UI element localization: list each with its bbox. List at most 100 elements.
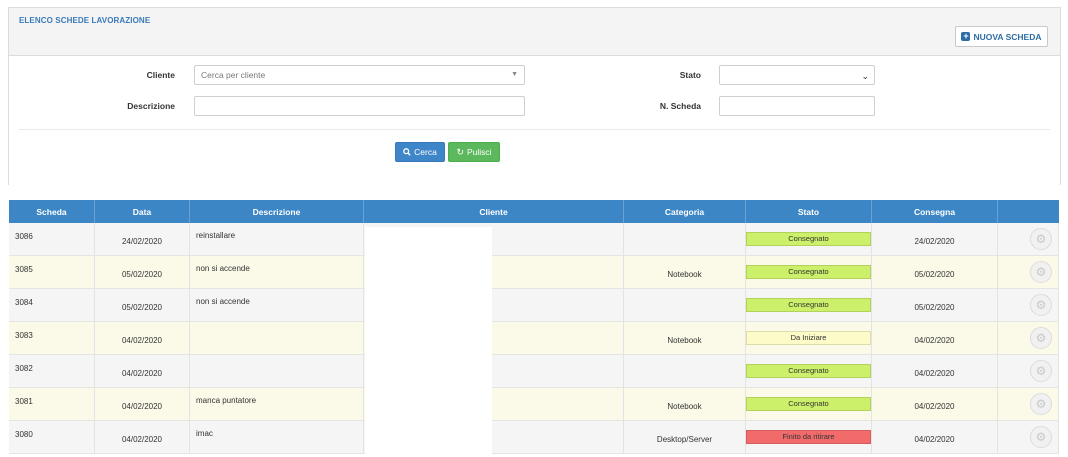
- cell-consegna: 05/02/2020: [872, 256, 998, 288]
- status-badge: Consegnato: [746, 298, 871, 312]
- status-badge: Consegnato: [746, 265, 871, 279]
- stato-select[interactable]: ⌄: [719, 65, 875, 85]
- cell-data: 04/02/2020: [95, 388, 190, 420]
- gear-icon[interactable]: ⚙: [1030, 393, 1052, 415]
- table-row[interactable]: 3085 05/02/2020 non si accende Notebook Cons…: [9, 256, 1059, 289]
- gear-icon[interactable]: ⚙: [1030, 426, 1052, 448]
- table-row[interactable]: 3080 04/02/2020 imac Desktop/Server Finito d…: [9, 421, 1059, 454]
- cell-actions: ⚙: [998, 322, 1059, 354]
- filter-form: Cliente Cerca per cliente ▼ Stato ⌄ Desc…: [9, 55, 1060, 185]
- cell-consegna: 24/02/2020: [872, 223, 998, 255]
- cell-scheda: 3081: [9, 388, 95, 420]
- stato-label: Stato: [679, 70, 701, 80]
- redacted-client-area: [365, 227, 492, 457]
- gear-icon[interactable]: ⚙: [1030, 261, 1052, 283]
- descrizione-input[interactable]: [194, 96, 525, 116]
- descrizione-label: Descrizione: [127, 101, 175, 111]
- cell-scheda: 3080: [9, 421, 95, 453]
- page-title: ELENCO SCHEDE LAVORAZIONE: [19, 16, 151, 25]
- status-badge: Finito da ritirare: [746, 430, 871, 444]
- cliente-label: Cliente: [146, 70, 175, 80]
- cell-consegna: 05/02/2020: [872, 289, 998, 321]
- cell-stato: Consegnato: [746, 256, 872, 288]
- table-row[interactable]: 3081 04/02/2020 manca puntatore Notebook Con…: [9, 388, 1059, 421]
- cell-categoria: Notebook: [624, 388, 746, 420]
- nscheda-label: N. Scheda: [659, 101, 701, 111]
- cell-stato: Consegnato: [746, 223, 872, 255]
- status-badge: Consegnato: [746, 397, 871, 411]
- cell-stato: Consegnato: [746, 388, 872, 420]
- cell-descrizione: non si accende: [190, 289, 364, 321]
- refresh-icon: ↻: [456, 146, 464, 157]
- cell-scheda: 3084: [9, 289, 95, 321]
- search-label: Cerca: [414, 147, 437, 157]
- status-badge: Consegnato: [746, 232, 871, 246]
- panel-header: ELENCO SCHEDE LAVORAZIONE + NUOVA SCHEDA: [9, 8, 1060, 55]
- cliente-placeholder: Cerca per cliente: [201, 70, 266, 80]
- cell-scheda: 3086: [9, 223, 95, 255]
- schede-table: Scheda Data Descrizione Cliente Categori…: [9, 200, 1059, 454]
- gear-icon[interactable]: ⚙: [1030, 228, 1052, 250]
- cell-categoria: Desktop/Server: [624, 421, 746, 453]
- cell-data: 04/02/2020: [95, 355, 190, 387]
- table-row[interactable]: 3083 04/02/2020 Notebook Da Iniziare 04/02/2…: [9, 322, 1059, 355]
- cliente-select[interactable]: Cerca per cliente ▼: [194, 65, 525, 85]
- cell-actions: ⚙: [998, 421, 1059, 453]
- filter-panel: ELENCO SCHEDE LAVORAZIONE + NUOVA SCHEDA…: [8, 7, 1061, 185]
- column-header-cliente[interactable]: Cliente: [364, 200, 624, 223]
- reset-label: Pulisci: [466, 147, 492, 157]
- cell-descrizione: non si accende: [190, 256, 364, 288]
- divider: [19, 129, 1050, 130]
- cell-scheda: 3085: [9, 256, 95, 288]
- reset-button[interactable]: ↻ Pulisci: [448, 142, 500, 162]
- table-row[interactable]: 3086 24/02/2020 reinstallare Consegnato 24/0…: [9, 223, 1059, 256]
- cell-stato: Finito da ritirare: [746, 421, 872, 453]
- search-icon: [403, 148, 411, 156]
- table-body: 3086 24/02/2020 reinstallare Consegnato 24/0…: [9, 223, 1059, 454]
- cell-data: 04/02/2020: [95, 322, 190, 354]
- column-header-scheda[interactable]: Scheda: [9, 200, 95, 223]
- gear-icon[interactable]: ⚙: [1030, 294, 1052, 316]
- cell-data: 05/02/2020: [95, 289, 190, 321]
- table-header: Scheda Data Descrizione Cliente Categori…: [9, 200, 1059, 223]
- cell-categoria: Notebook: [624, 322, 746, 354]
- cell-descrizione: reinstallare: [190, 223, 364, 255]
- cell-stato: Consegnato: [746, 289, 872, 321]
- cell-categoria: [624, 289, 746, 321]
- cell-actions: ⚙: [998, 388, 1059, 420]
- cell-consegna: 04/02/2020: [872, 322, 998, 354]
- cell-actions: ⚙: [998, 223, 1059, 255]
- cell-actions: ⚙: [998, 289, 1059, 321]
- column-header-categoria[interactable]: Categoria: [624, 200, 746, 223]
- gear-icon[interactable]: ⚙: [1030, 360, 1052, 382]
- cell-descrizione: [190, 355, 364, 387]
- cell-consegna: 04/02/2020: [872, 388, 998, 420]
- cell-descrizione: imac: [190, 421, 364, 453]
- table-row[interactable]: 3084 05/02/2020 non si accende Consegnato 05…: [9, 289, 1059, 322]
- cell-consegna: 04/02/2020: [872, 355, 998, 387]
- column-header-consegna[interactable]: Consegna: [872, 200, 998, 223]
- gear-icon[interactable]: ⚙: [1030, 327, 1052, 349]
- table-row[interactable]: 3082 04/02/2020 Consegnato 04/02/2020 ⚙: [9, 355, 1059, 388]
- cell-data: 24/02/2020: [95, 223, 190, 255]
- cell-categoria: [624, 355, 746, 387]
- new-scheda-button[interactable]: + NUOVA SCHEDA: [955, 26, 1048, 47]
- cell-stato: Da Iniziare: [746, 322, 872, 354]
- cell-descrizione: manca puntatore: [190, 388, 364, 420]
- cell-actions: ⚙: [998, 355, 1059, 387]
- status-badge: Da Iniziare: [746, 331, 871, 345]
- cell-scheda: 3083: [9, 322, 95, 354]
- cell-data: 04/02/2020: [95, 421, 190, 453]
- cell-categoria: Notebook: [624, 256, 746, 288]
- plus-square-icon: +: [961, 31, 971, 41]
- cell-scheda: 3082: [9, 355, 95, 387]
- column-header-data[interactable]: Data: [95, 200, 190, 223]
- nscheda-input[interactable]: [719, 96, 875, 116]
- column-header-descrizione[interactable]: Descrizione: [190, 200, 364, 223]
- search-button[interactable]: Cerca: [395, 142, 445, 162]
- column-header-actions: [998, 200, 1059, 223]
- cell-stato: Consegnato: [746, 355, 872, 387]
- column-header-stato[interactable]: Stato: [746, 200, 872, 223]
- cell-actions: ⚙: [998, 256, 1059, 288]
- cell-descrizione: [190, 322, 364, 354]
